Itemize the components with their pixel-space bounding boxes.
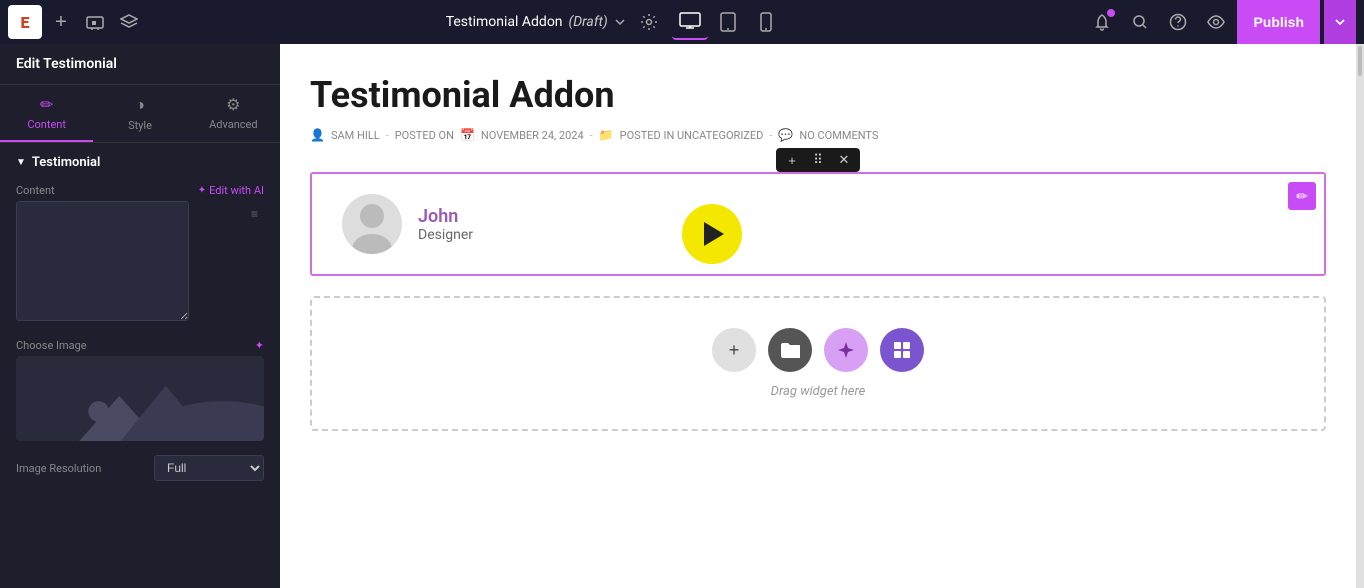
canvas-page: Testimonial Addon 👤 SAM HILL - POSTED ON… [280, 44, 1356, 588]
device-selector [672, 4, 784, 40]
help-button[interactable] [1161, 5, 1195, 39]
main-layout: Edit Testimonial ✏ Content ◑ Style ⚙ Adv… [0, 44, 1364, 588]
edit-ai-label: Edit with AI [209, 184, 264, 197]
testimonial-content: John Designer [312, 174, 1324, 274]
widget-move-btn[interactable]: ⠿ [808, 150, 828, 170]
tab-advanced[interactable]: ⚙ Advanced [187, 85, 280, 142]
content-textarea-wrap: ≡ [16, 201, 264, 325]
panel-title: Edit Testimonial [0, 44, 280, 85]
meta-folder-icon: 📁 [599, 128, 614, 142]
settings-icon[interactable] [634, 7, 664, 37]
dz-magic-button[interactable] [824, 328, 868, 372]
right-scrollbar[interactable] [1356, 44, 1364, 588]
widget-toolbar: + ⠿ ✕ [776, 148, 860, 172]
page-meta: 👤 SAM HILL - POSTED ON 📅 NOVEMBER 24, 20… [310, 128, 1326, 142]
dz-add-button[interactable]: + [712, 328, 756, 372]
choose-image-ai-icon[interactable]: ✦ [255, 339, 264, 352]
drop-zone-actions: + [712, 328, 924, 372]
tablet-device-btn[interactable] [710, 4, 746, 40]
tab-style[interactable]: ◑ Style [93, 85, 186, 142]
content-tab-icon: ✏ [40, 95, 53, 114]
edit-with-ai-button[interactable]: ✦ Edit with AI [198, 184, 264, 197]
testimonial-section-header[interactable]: ▼ Testimonial [0, 143, 280, 178]
content-label-text: Content [16, 184, 55, 197]
resolution-select[interactable]: Full Large Medium Thumbnail [154, 455, 264, 481]
style-tab-icon: ◑ [135, 95, 145, 115]
style-tab-label: Style [128, 119, 152, 132]
dz-folder-button[interactable] [768, 328, 812, 372]
meta-author: SAM HILL [331, 129, 380, 142]
advanced-tab-icon: ⚙ [226, 95, 240, 114]
header-center: Testimonial Addon (Draft) [148, 4, 1081, 40]
meta-posted-on: POSTED ON [395, 129, 454, 142]
responsive-icon[interactable] [80, 7, 110, 37]
widget-edit-button[interactable]: ✏ [1288, 182, 1316, 210]
textarea-format-icon: ≡ [251, 207, 258, 221]
widget-add-btn[interactable]: + [782, 150, 802, 170]
content-field-label: Content ✦ Edit with AI [16, 184, 264, 197]
doc-title-text: Testimonial Addon [446, 14, 563, 30]
meta-calendar-icon: 📅 [460, 128, 475, 142]
add-element-button[interactable]: + [46, 7, 76, 37]
dz-widget-button[interactable] [880, 328, 924, 372]
meta-comment-icon: 💬 [778, 128, 793, 142]
testimonial-avatar [342, 194, 402, 254]
panel-tabs: ✏ Content ◑ Style ⚙ Advanced [0, 85, 280, 143]
top-header: E + Testimonial Addon (Draft) [0, 0, 1364, 44]
resolution-row: Image Resolution Full Large Medium Thumb… [0, 449, 280, 491]
section-arrow: ▼ [16, 157, 26, 168]
widget-close-btn[interactable]: ✕ [834, 150, 854, 170]
testimonial-info: John Designer [418, 206, 473, 243]
section-label: Testimonial [32, 155, 100, 170]
drop-text: Drag widget here [771, 384, 866, 399]
meta-comments: NO COMMENTS [799, 129, 878, 142]
image-preview[interactable] [16, 356, 264, 441]
meta-date: NOVEMBER 24, 2024 [481, 129, 584, 142]
notifications-button[interactable] [1085, 5, 1119, 39]
content-field: Content ✦ Edit with AI ≡ [0, 178, 280, 331]
advanced-tab-label: Advanced [209, 118, 257, 131]
doc-title[interactable]: Testimonial Addon (Draft) [446, 14, 626, 30]
testimonial-role: Designer [418, 227, 473, 243]
search-button[interactable] [1123, 5, 1157, 39]
content-tab-label: Content [27, 118, 66, 131]
image-preview-inner [16, 356, 264, 441]
tab-content[interactable]: ✏ Content [0, 85, 93, 142]
meta-author-icon: 👤 [310, 128, 325, 142]
desktop-device-btn[interactable] [672, 4, 708, 40]
doc-status: (Draft) [569, 14, 608, 30]
meta-category: POSTED IN UNCATEGORIZED [620, 129, 764, 142]
testimonial-name: John [418, 206, 473, 227]
play-triangle [704, 222, 724, 246]
preview-button[interactable] [1199, 5, 1233, 39]
left-panel: Edit Testimonial ✏ Content ◑ Style ⚙ Adv… [0, 44, 280, 588]
elementor-logo[interactable]: E [8, 5, 42, 39]
publish-button[interactable]: Publish [1237, 0, 1320, 44]
testimonial-widget[interactable]: + ⠿ ✕ ✏ [310, 172, 1326, 276]
layers-icon[interactable] [114, 7, 144, 37]
canvas-area: Testimonial Addon 👤 SAM HILL - POSTED ON… [280, 44, 1356, 588]
play-button[interactable] [682, 204, 742, 264]
header-right: Publish [1085, 0, 1356, 44]
notification-dot [1107, 9, 1115, 17]
choose-image-label: Choose Image [16, 339, 87, 352]
page-title: Testimonial Addon [310, 74, 1326, 116]
content-textarea[interactable] [16, 201, 189, 321]
mobile-device-btn[interactable] [748, 4, 784, 40]
choose-image-row: Choose Image ✦ [0, 331, 280, 356]
resolution-label: Image Resolution [16, 462, 101, 475]
drop-zone[interactable]: + Drag widget here [310, 296, 1326, 431]
publish-dropdown-button[interactable] [1324, 0, 1356, 44]
